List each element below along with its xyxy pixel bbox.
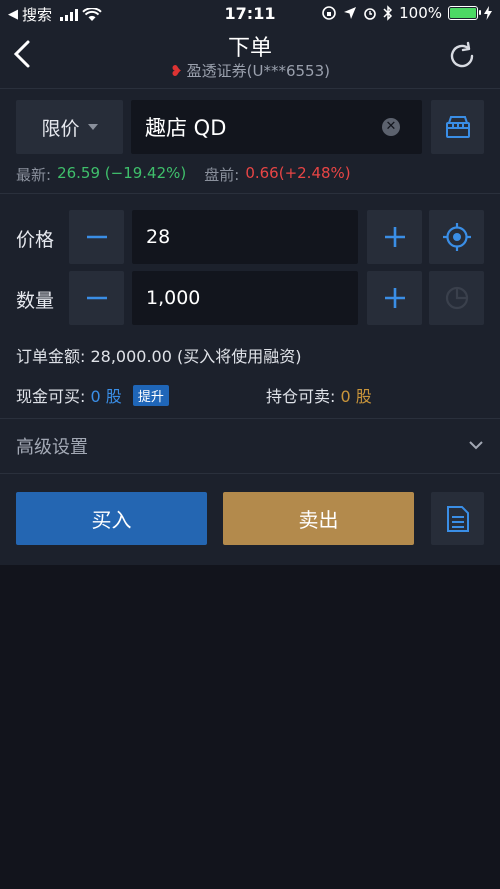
quote-divider [0,193,500,194]
battery-percent: 100% [399,4,442,22]
advanced-settings-label: 高级设置 [16,437,88,458]
stock-name: 趣店 QD [145,116,227,140]
latest-label: 最新: [16,166,52,184]
price-input[interactable]: 28 [132,210,358,264]
broker-logo-icon: ❥ [170,62,183,80]
document-icon [446,505,469,532]
order-type-label: 限价 [41,117,80,140]
plus-icon [384,288,405,308]
position-sell-value: 0 股 [340,387,372,406]
position-sell-line: 持仓可卖: 0 股 [266,383,372,407]
broker-account-label: 盈透证券(U***6553) [186,62,330,80]
quantity-label: 数量 [16,290,55,312]
buy-button[interactable]: 买入 [16,492,207,545]
stock-search-field[interactable]: 趣店 QD ✕ [131,100,422,154]
premarket-price: 0.66(+2.48%) [245,164,351,182]
latest-price: 26.59 (−19.42%) [57,164,187,182]
sell-button[interactable]: 卖出 [223,492,414,545]
plus-icon [384,227,405,247]
pie-chart-icon [445,286,468,310]
charging-icon [484,6,492,20]
header-divider [0,88,500,89]
price-value: 28 [146,226,171,248]
price-label: 价格 [16,229,55,251]
price-decrease-button[interactable] [69,210,124,264]
cash-buy-value: 0 股 [90,387,122,406]
cash-buy-label: 现金可买: [16,387,86,406]
chevron-down-icon [469,441,483,450]
position-sell-label: 持仓可卖: [266,387,336,406]
shop-icon [445,116,470,138]
orders-button[interactable] [431,492,484,545]
target-icon [442,223,471,251]
advanced-settings-row[interactable]: 高级设置 [0,419,500,473]
alarm-icon [364,8,376,20]
refresh-icon[interactable] [446,40,478,72]
advanced-divider-bottom [0,473,500,474]
minus-icon [86,296,107,300]
broker-account: ❥ 盈透证券(U***6553) [0,60,500,81]
premarket-label: 盘前: [204,166,240,184]
quantity-value: 1,000 [146,287,201,309]
price-target-button[interactable] [429,210,484,264]
quantity-decrease-button[interactable] [69,271,124,325]
order-amount: 订单金额: 28,000.00 (买入将使用融资) [16,347,302,366]
minus-icon [86,235,107,239]
rotation-lock-icon [322,6,336,20]
location-icon [344,7,357,19]
quantity-input[interactable]: 1,000 [132,271,358,325]
order-type-dropdown[interactable]: 限价 [16,100,123,154]
quote-line: 最新: 26.59 (−19.42%) 盘前: 0.66(+2.48%) [16,164,351,185]
position-ratio-button [429,271,484,325]
battery-icon [448,6,481,20]
caret-down-icon [87,124,98,130]
cash-buy-line: 现金可买: 0 股 提升 [16,383,169,407]
page-title: 下单 [227,36,272,61]
stock-list-button[interactable] [431,100,484,154]
status-bar: ◀ 搜索 17:11 100% [0,0,500,28]
quantity-increase-button[interactable] [367,271,422,325]
bluetooth-icon [383,5,393,21]
price-increase-button[interactable] [367,210,422,264]
upgrade-badge[interactable]: 提升 [132,385,169,406]
clear-icon[interactable]: ✕ [382,118,400,136]
status-right: 100% [321,4,492,22]
nav-header: 下单 ❥ 盈透证券(U***6553) [0,28,500,86]
